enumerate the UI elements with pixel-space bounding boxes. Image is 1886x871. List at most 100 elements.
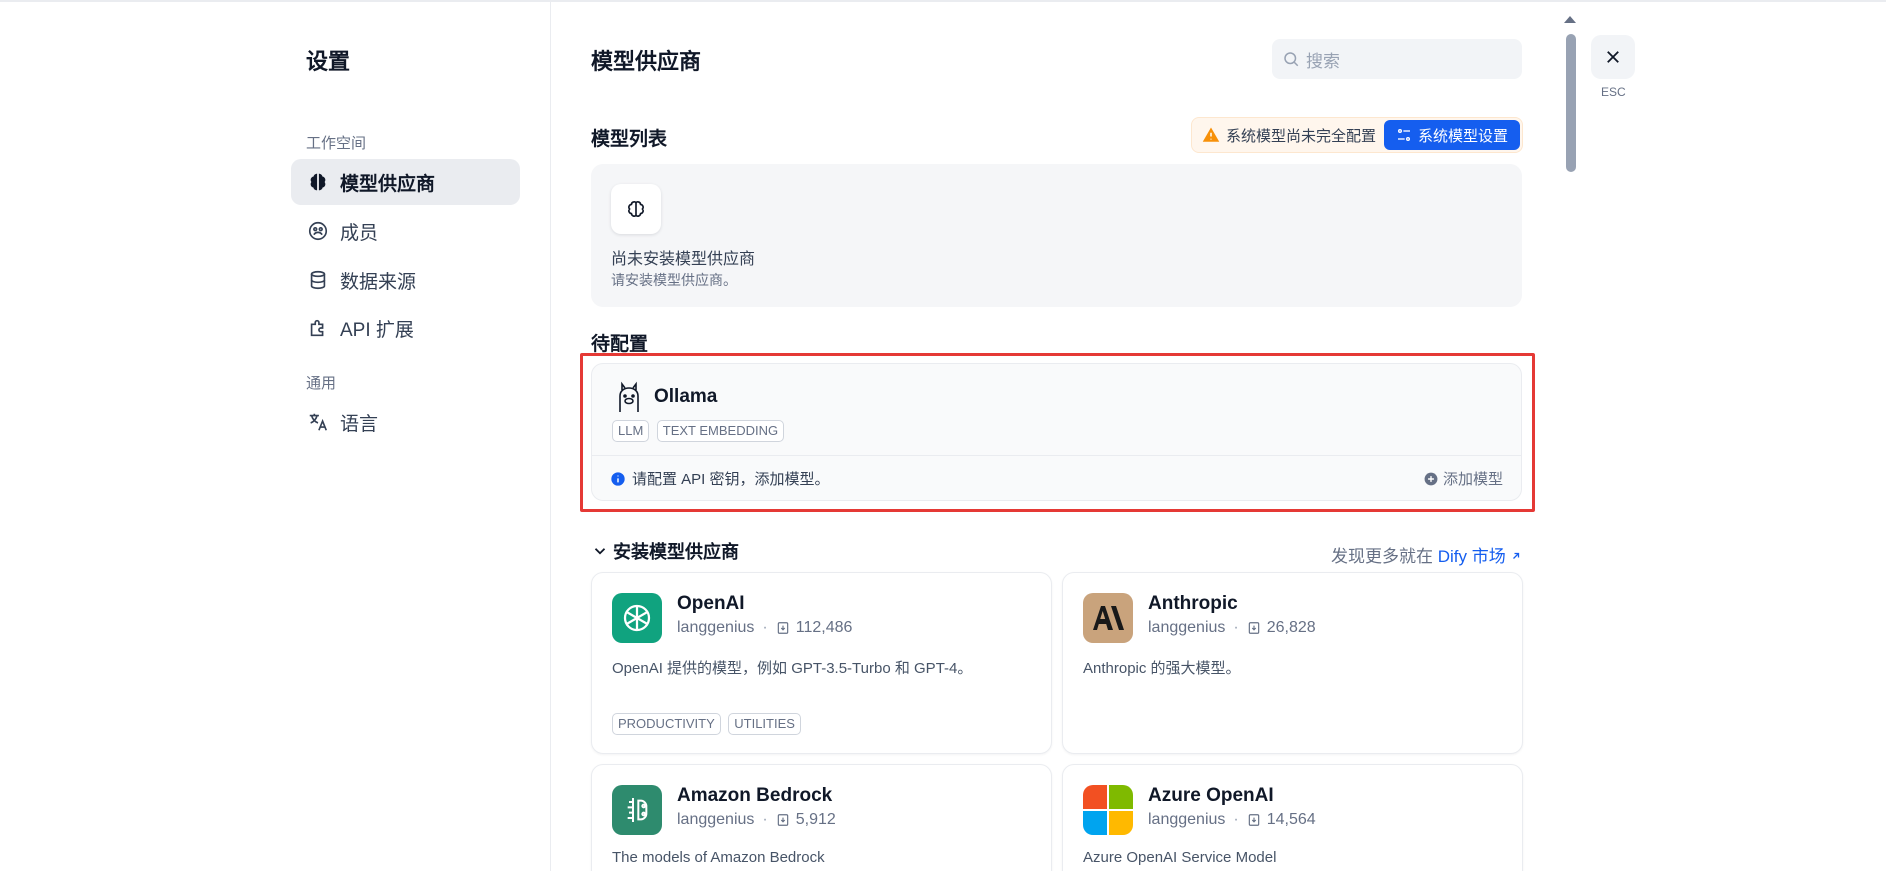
tag-llm: LLM: [612, 420, 650, 442]
provider-author: langgenius: [1148, 619, 1226, 636]
discover-more: 发现更多就在 Dify 市场: [1331, 542, 1522, 567]
openai-logo-icon: [612, 593, 662, 643]
install-provider-label: 安装模型供应商: [613, 542, 739, 562]
provider-author: langgenius: [677, 619, 755, 636]
meta-separator: ·: [762, 619, 768, 636]
provider-tags: PRODUCTIVITY UTILITIES: [612, 713, 804, 735]
search-placeholder: 搜索: [1306, 51, 1340, 71]
database-icon: [306, 268, 330, 292]
pending-label: 待配置: [591, 334, 649, 355]
scroll-up-arrow[interactable]: [1564, 16, 1576, 23]
provider-name: OpenAI: [677, 593, 745, 614]
provider-author: langgenius: [677, 811, 755, 828]
provider-meta: langgenius · 26,828: [1148, 619, 1316, 637]
provider-author: langgenius: [1148, 811, 1226, 828]
provider-name: Amazon Bedrock: [677, 785, 833, 806]
section-workspace: 工作空间: [306, 135, 367, 152]
sidebar-item-label: 模型供应商: [340, 173, 436, 195]
provider-description: Azure OpenAI Service Model: [1083, 849, 1277, 866]
sidebar-item-language[interactable]: 语言: [291, 399, 520, 445]
sidebar-item-data-source[interactable]: 数据来源: [291, 257, 520, 303]
chevron-down-icon: [594, 548, 606, 555]
provider-card-openai[interactable]: OpenAI langgenius · 112,486 OpenAI 提供的模型…: [591, 572, 1052, 754]
azure-logo-icon: [1083, 785, 1133, 835]
puzzle-icon: [306, 316, 330, 340]
marketplace-link[interactable]: Dify 市场: [1438, 547, 1523, 566]
ollama-info: 请配置 API 密钥，添加模型。: [610, 468, 830, 489]
provider-meta: langgenius · 5,912: [677, 811, 836, 829]
install-count-icon: [777, 814, 788, 826]
search-icon: [1284, 52, 1299, 67]
system-model-settings-button[interactable]: 系统模型设置: [1384, 120, 1521, 150]
sidebar-item-label: 语言: [340, 413, 379, 435]
tag-utilities: UTILITIES: [728, 713, 801, 735]
page-title: 模型供应商: [591, 49, 702, 74]
provider-installs: 26,828: [1266, 619, 1316, 636]
meta-separator: ·: [762, 811, 768, 828]
sidebar-item-members[interactable]: 成员: [291, 208, 520, 254]
translate-icon: [306, 410, 330, 434]
sidebar-item-model-provider[interactable]: 模型供应商: [291, 159, 520, 205]
settings-sidebar: 设置 工作空间 模型供应商 成员 数据来源 API 扩展 通用 语言: [291, 2, 551, 871]
empty-title: 尚未安装模型供应商: [611, 251, 756, 268]
settings-modal: 设置 工作空间 模型供应商 成员 数据来源 API 扩展 通用 语言 模型供应商…: [0, 0, 1886, 871]
add-model-label: 添加模型: [1442, 471, 1503, 488]
model-provider-page: 模型供应商 搜索 模型列表 系统模型尚未完全配置 系统模型设置 尚未安装模型供应…: [551, 2, 1564, 871]
model-list-label: 模型列表: [591, 129, 668, 150]
provider-description: The models of Amazon Bedrock: [612, 849, 825, 866]
ollama-info-text: 请配置 API 密钥，添加模型。: [632, 471, 830, 488]
ollama-logo-icon: [614, 380, 644, 414]
install-count-icon: [777, 622, 788, 634]
search-input[interactable]: 搜索: [1272, 39, 1522, 79]
empty-subtitle: 请安装模型供应商。: [611, 272, 737, 288]
tag-productivity: PRODUCTIVITY: [612, 713, 721, 735]
meta-separator: ·: [1233, 811, 1239, 828]
ollama-name: Ollama: [654, 386, 718, 407]
provider-description: Anthropic 的强大模型。: [1083, 660, 1241, 677]
settings-title: 设置: [306, 49, 351, 74]
provider-installs: 5,912: [795, 811, 836, 828]
provider-installs: 14,564: [1266, 811, 1316, 828]
tag-text-embedding: TEXT EMBEDDING: [656, 420, 785, 442]
sidebar-item-api-extension[interactable]: API 扩展: [291, 305, 520, 351]
provider-meta: langgenius · 112,486: [677, 619, 852, 637]
system-model-settings-label: 系统模型设置: [1418, 127, 1509, 145]
anthropic-logo-icon: [1083, 593, 1133, 643]
meta-separator: ·: [1233, 619, 1239, 636]
arrow-up-right-icon: [1513, 552, 1520, 559]
members-icon: [306, 219, 330, 243]
esc-hint: ESC: [1601, 85, 1626, 99]
discover-prefix: 发现更多就在: [1331, 547, 1433, 566]
plus-circle-icon: [1424, 472, 1438, 485]
settings-sliders-icon: [1398, 129, 1411, 141]
install-count-icon: [1248, 814, 1259, 826]
provider-card-amazon-bedrock[interactable]: Amazon Bedrock langgenius · 5,912 The mo…: [591, 764, 1052, 871]
provider-card-azure-openai[interactable]: Azure OpenAI langgenius · 14,564 Azure O…: [1062, 764, 1523, 871]
provider-name: Anthropic: [1148, 593, 1238, 614]
close-icon: [1607, 51, 1619, 63]
warning-text: 系统模型尚未完全配置: [1226, 127, 1377, 145]
section-general: 通用: [306, 375, 337, 392]
bedrock-logo-icon: [612, 785, 662, 835]
provider-meta: langgenius · 14,564: [1148, 811, 1316, 829]
provider-description: OpenAI 提供的模型，例如 GPT-3.5-Turbo 和 GPT-4。: [612, 660, 973, 677]
provider-installs: 112,486: [795, 619, 853, 636]
provider-name: Azure OpenAI: [1148, 785, 1274, 806]
add-model-button[interactable]: 添加模型: [1424, 468, 1503, 489]
brain-icon: [306, 170, 330, 194]
ollama-footer: 请配置 API 密钥，添加模型。 添加模型: [592, 455, 1521, 500]
install-count-icon: [1248, 622, 1259, 634]
scrollbar-thumb[interactable]: [1566, 34, 1576, 172]
close-button[interactable]: [1591, 35, 1635, 79]
sidebar-item-label: API 扩展: [340, 319, 414, 341]
ollama-provider-card[interactable]: Ollama LLM TEXT EMBEDDING 请配置 API 密钥，添加模…: [591, 363, 1522, 501]
ollama-tags: LLM TEXT EMBEDDING: [612, 420, 787, 442]
warning-icon: [1202, 127, 1220, 142]
system-model-warning: 系统模型尚未完全配置 系统模型设置: [1191, 117, 1524, 153]
brain-outline-icon: [611, 184, 661, 234]
sidebar-item-label: 数据来源: [340, 271, 417, 293]
provider-card-anthropic[interactable]: Anthropic langgenius · 26,828 Anthropic …: [1062, 572, 1523, 754]
info-icon: [611, 471, 625, 486]
sidebar-item-label: 成员: [340, 222, 379, 244]
install-provider-toggle[interactable]: 安装模型供应商: [591, 538, 739, 564]
